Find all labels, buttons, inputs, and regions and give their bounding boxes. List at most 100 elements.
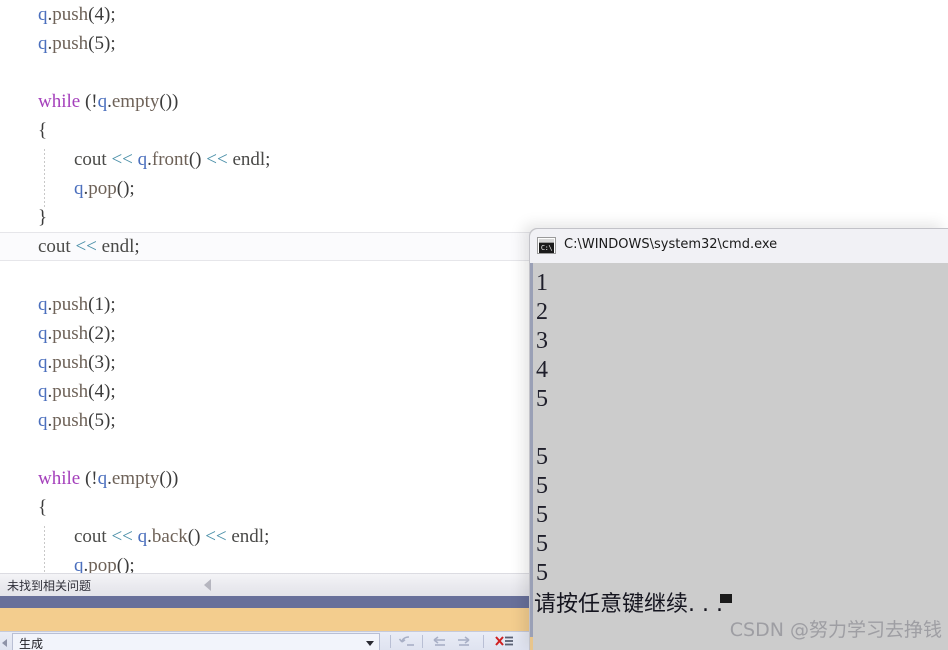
- cmd-icon: C:\: [537, 237, 556, 254]
- code-token: {: [38, 497, 48, 518]
- code-token: cout: [38, 236, 71, 257]
- previous-arrow-icon[interactable]: [430, 634, 450, 649]
- console-prompt-text: 请按任意键继续. . .: [534, 592, 723, 617]
- code-token: endl: [101, 236, 135, 257]
- code-token: (): [116, 555, 130, 573]
- code-token: ;: [265, 149, 271, 170]
- code-token: empty: [111, 91, 160, 112]
- console-output-line: 1: [536, 270, 548, 296]
- code-token: 5: [94, 410, 104, 431]
- code-token: push: [52, 323, 89, 344]
- console-output-line: 5: [536, 444, 548, 470]
- code-token: 4: [94, 4, 104, 25]
- code-token: empty: [111, 468, 160, 489]
- toolbar-separator: [483, 635, 484, 648]
- code-token: <<: [206, 149, 228, 170]
- code-token: 5: [94, 33, 104, 54]
- code-token: <<: [111, 526, 133, 547]
- code-token: q: [38, 410, 48, 431]
- console-output-line: 5: [536, 473, 548, 499]
- console-output-line: 5: [536, 502, 548, 528]
- code-token: ;: [110, 4, 116, 25]
- code-token: ;: [129, 178, 135, 199]
- indent-guide: [44, 149, 45, 207]
- code-token: ;: [110, 323, 116, 344]
- console-output-line: 5: [536, 386, 548, 412]
- code-token: ()): [159, 91, 179, 112]
- code-token: push: [52, 381, 89, 402]
- console-output-area[interactable]: 1 2 3 4 5 5 5 5 5 5 请按任意键继续. . .: [530, 263, 948, 650]
- code-token: ;: [110, 33, 116, 54]
- code-token: q: [97, 91, 108, 112]
- console-output-line: 2: [536, 299, 548, 325]
- console-output-line: 5: [536, 531, 548, 557]
- console-title-text: C:\WINDOWS\system32\cmd.exe: [564, 237, 778, 252]
- code-token: q: [137, 526, 148, 547]
- code-token: 3: [94, 352, 104, 373]
- code-token: ;: [110, 410, 116, 431]
- code-token: <<: [205, 526, 227, 547]
- code-token: q: [38, 4, 48, 25]
- toolbar-separator: [422, 635, 423, 648]
- code-token: (): [187, 526, 201, 547]
- indent-guide: [44, 526, 45, 573]
- code-token: push: [52, 352, 89, 373]
- code-token: back: [151, 526, 188, 547]
- code-token: push: [52, 410, 89, 431]
- code-token: ()): [159, 468, 179, 489]
- code-token: push: [52, 33, 89, 54]
- code-token: cout: [74, 149, 107, 170]
- code-token: q: [38, 323, 48, 344]
- output-source-label: 生成: [19, 637, 44, 650]
- code-line[interactable]: q.pop();: [0, 174, 948, 203]
- code-token: ;: [264, 526, 270, 547]
- code-token: q: [74, 178, 84, 199]
- code-line[interactable]: cout << q.front() << endl;: [0, 145, 948, 174]
- toolbar-overflow-caret-icon[interactable]: [2, 639, 7, 647]
- code-token: q: [38, 352, 48, 373]
- code-token: ;: [129, 555, 135, 573]
- code-token: endl: [232, 149, 266, 170]
- code-token: pop: [88, 178, 117, 199]
- console-left-accent: [530, 263, 533, 650]
- code-token: push: [52, 294, 89, 315]
- code-token: (): [188, 149, 202, 170]
- code-token: pop: [88, 555, 117, 573]
- clear-list-icon[interactable]: [494, 634, 514, 649]
- code-token: q: [74, 555, 84, 573]
- console-titlebar[interactable]: C:\ C:\WINDOWS\system32\cmd.exe: [530, 229, 948, 263]
- code-line[interactable]: q.push(5);: [0, 29, 948, 58]
- code-line[interactable]: q.push(4);: [0, 0, 948, 29]
- next-arrow-icon[interactable]: [454, 634, 474, 649]
- undo-arrow-icon[interactable]: [398, 634, 418, 649]
- cmd-icon-screen: C:\: [539, 243, 554, 253]
- code-token: 2: [94, 323, 104, 344]
- output-source-combobox[interactable]: 生成: [12, 633, 380, 650]
- code-token: q: [38, 381, 48, 402]
- code-line[interactable]: {: [0, 116, 948, 145]
- code-token: ;: [134, 236, 140, 257]
- cmd-console-window[interactable]: C:\ C:\WINDOWS\system32\cmd.exe 1 2 3 4 5 5 5 5…: [529, 228, 948, 650]
- code-line[interactable]: while (!q.empty()): [0, 87, 948, 116]
- console-output-line: 4: [536, 357, 548, 383]
- status-text: 未找到相关问题: [7, 579, 92, 593]
- code-token: q: [38, 33, 48, 54]
- chevron-down-icon[interactable]: [366, 641, 374, 646]
- code-token: q: [97, 468, 108, 489]
- screenshot-root: q.push(4); q.push(5); while (!q.empty()){…: [0, 0, 948, 650]
- code-token: front: [151, 149, 189, 170]
- console-cursor: [720, 594, 732, 603]
- code-token: 1: [94, 294, 104, 315]
- code-token: ;: [110, 381, 116, 402]
- code-token: (: [80, 468, 92, 489]
- code-line[interactable]: [0, 58, 948, 87]
- code-token: ;: [110, 352, 116, 373]
- code-token: push: [52, 4, 89, 25]
- code-token: <<: [111, 149, 133, 170]
- console-output-line: 5: [536, 560, 548, 586]
- code-token: cout: [74, 526, 107, 547]
- code-token: (: [80, 91, 92, 112]
- triangle-left-icon[interactable]: [204, 579, 211, 591]
- code-token: q: [38, 294, 48, 315]
- console-output-line: 3: [536, 328, 548, 354]
